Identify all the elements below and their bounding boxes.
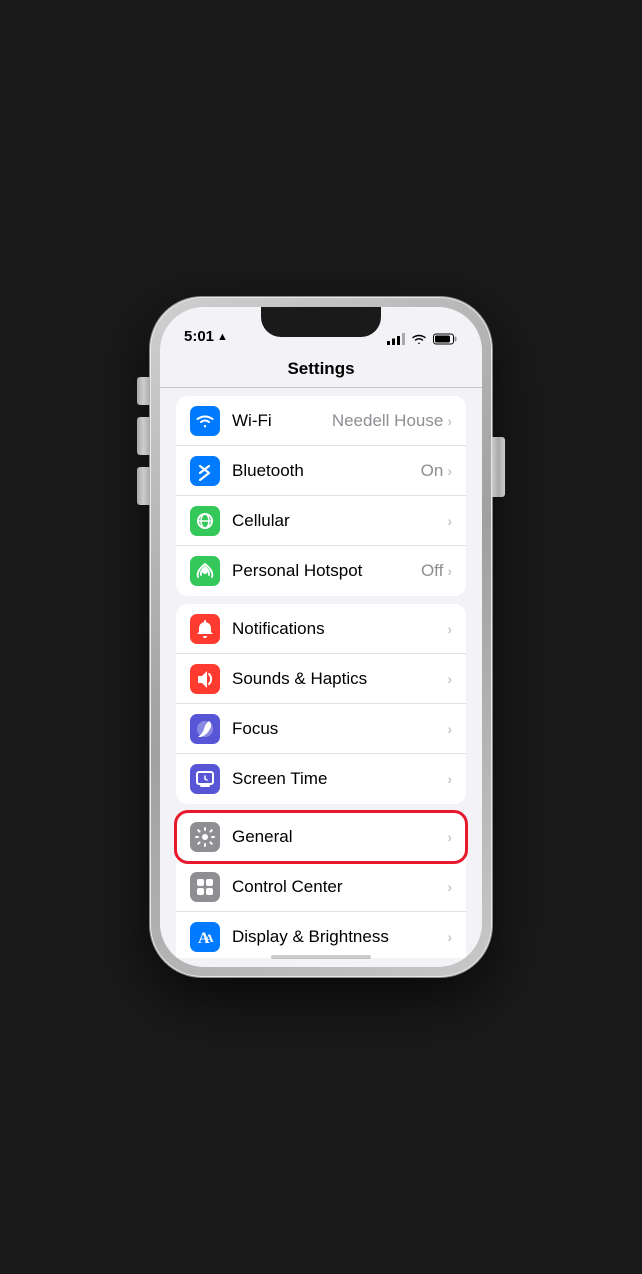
general-icon [190, 822, 220, 852]
wifi-chevron: › [447, 413, 452, 429]
notch [261, 307, 381, 337]
screentime-icon [190, 764, 220, 794]
phone-screen: 5:01 ▲ [160, 307, 482, 967]
section-notifications: Notifications › Sounds & Haptics › [176, 604, 466, 804]
settings-item-sounds[interactable]: Sounds & Haptics › [176, 654, 466, 704]
notifications-chevron: › [447, 621, 452, 637]
settings-list[interactable]: Wi-Fi Needell House › Bluetooth On › [160, 388, 482, 958]
cellular-label: Cellular [232, 511, 443, 531]
display-label: Display & Brightness [232, 927, 447, 947]
sounds-label: Sounds & Haptics [232, 669, 447, 689]
display-icon: A A [190, 922, 220, 952]
volume-down-button[interactable] [137, 467, 150, 505]
nav-bar: Settings [160, 351, 482, 388]
sounds-icon [190, 664, 220, 694]
battery-icon [433, 333, 458, 345]
bluetooth-chevron: › [447, 463, 452, 479]
page-title: Settings [287, 359, 354, 378]
wifi-settings-icon [190, 406, 220, 436]
settings-item-focus[interactable]: Focus › [176, 704, 466, 754]
focus-label: Focus [232, 719, 447, 739]
settings-item-screentime[interactable]: Screen Time › [176, 754, 466, 804]
focus-icon [190, 714, 220, 744]
home-indicator [271, 955, 371, 959]
notifications-icon [190, 614, 220, 644]
settings-item-controlcenter[interactable]: Control Center › [176, 862, 466, 912]
hotspot-label: Personal Hotspot [232, 561, 421, 581]
volume-up-button[interactable] [137, 417, 150, 455]
controlcenter-chevron: › [447, 879, 452, 895]
status-time: 5:01 ▲ [184, 328, 228, 345]
bluetooth-value: On [421, 461, 444, 481]
section-display: General › Control Center › [176, 812, 466, 958]
cellular-chevron: › [447, 513, 452, 529]
focus-chevron: › [447, 721, 452, 737]
section-connectivity: Wi-Fi Needell House › Bluetooth On › [176, 396, 466, 596]
hotspot-icon [190, 556, 220, 586]
sounds-chevron: › [447, 671, 452, 687]
location-icon: ▲ [217, 331, 228, 343]
settings-item-display[interactable]: A A Display & Brightness › [176, 912, 466, 958]
wifi-icon [411, 333, 427, 345]
bluetooth-icon [190, 456, 220, 486]
wifi-label: Wi-Fi [232, 411, 332, 431]
general-chevron: › [447, 829, 452, 845]
screentime-chevron: › [447, 771, 452, 787]
general-label: General [232, 827, 447, 847]
hotspot-value: Off [421, 561, 443, 581]
controlcenter-icon [190, 872, 220, 902]
cellular-icon [190, 506, 220, 536]
display-chevron: › [447, 929, 452, 945]
wifi-value: Needell House [332, 411, 444, 431]
settings-item-notifications[interactable]: Notifications › [176, 604, 466, 654]
power-button[interactable] [492, 437, 505, 497]
notifications-label: Notifications [232, 619, 447, 639]
settings-item-bluetooth[interactable]: Bluetooth On › [176, 446, 466, 496]
screentime-label: Screen Time [232, 769, 447, 789]
controlcenter-label: Control Center [232, 877, 447, 897]
silent-switch[interactable] [137, 377, 150, 405]
hotspot-chevron: › [447, 563, 452, 579]
signal-icon [387, 333, 405, 345]
time-label: 5:01 [184, 328, 214, 345]
phone-frame: 5:01 ▲ [150, 297, 492, 977]
settings-item-general[interactable]: General › [176, 812, 466, 862]
settings-item-wifi[interactable]: Wi-Fi Needell House › [176, 396, 466, 446]
status-right [387, 333, 458, 345]
bluetooth-label: Bluetooth [232, 461, 421, 481]
settings-item-cellular[interactable]: Cellular › [176, 496, 466, 546]
svg-text:A: A [205, 931, 214, 945]
settings-item-hotspot[interactable]: Personal Hotspot Off › [176, 546, 466, 596]
